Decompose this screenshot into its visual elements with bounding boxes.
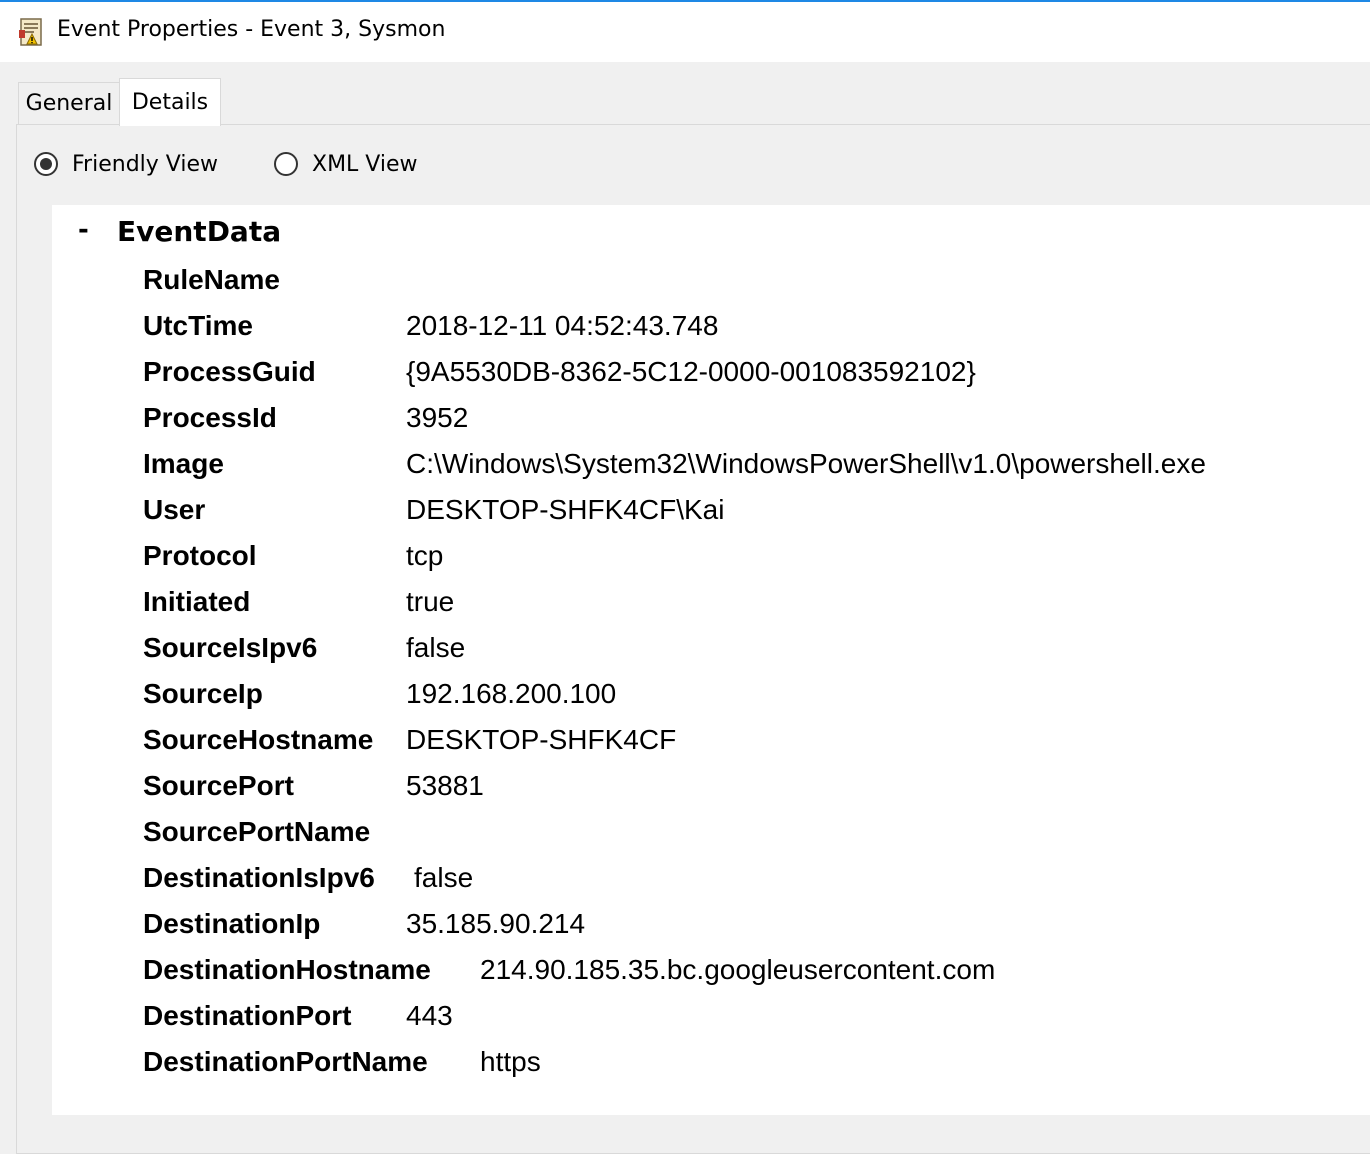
field-name: SourceHostname [143, 724, 374, 755]
field-name: DestinationPortName [143, 1046, 428, 1077]
friendly-view-radio[interactable] [34, 152, 58, 176]
field-name: RuleName [143, 264, 280, 295]
field-name: ProcessId [143, 402, 277, 433]
friendly-view-option[interactable]: Friendly View [34, 148, 218, 180]
field-value: 192.168.200.100 [406, 678, 617, 709]
field-value: true [406, 586, 455, 617]
field-value: 35.185.90.214 [406, 908, 586, 939]
event-viewer-icon [18, 18, 44, 46]
tab-details[interactable]: Details [119, 78, 221, 126]
field-name: Initiated [143, 586, 251, 617]
field-name: UtcTime [143, 310, 253, 341]
field-name: DestinationIp [143, 908, 321, 939]
field-value: 2018-12-11 04:52:43.748 [406, 310, 719, 341]
field-name: Protocol [143, 540, 257, 571]
tab-general[interactable]: General [18, 82, 120, 124]
field-value: false [414, 862, 474, 893]
tab-details-label: Details [131, 90, 209, 115]
friendly-view-label: Friendly View [72, 151, 218, 177]
field-value: 3952 [406, 402, 469, 433]
field-value: DESKTOP-SHFK4CF\Kai [406, 494, 725, 525]
field-value: tcp [406, 540, 444, 571]
eventdata-heading: EventData [117, 215, 282, 248]
xml-view-label: XML View [312, 151, 418, 177]
title-bar: Event Properties - Event 3, Sysmon [0, 2, 1370, 62]
field-name: SourceIsIpv6 [143, 632, 318, 663]
field-name: DestinationIsIpv6 [143, 862, 375, 893]
field-name: SourcePortName [143, 816, 371, 847]
field-value: DESKTOP-SHFK4CF [406, 724, 677, 755]
field-name: DestinationPort [143, 1000, 352, 1031]
field-name: SourcePort [143, 770, 294, 801]
field-name: ProcessGuid [143, 356, 316, 387]
field-value: false [406, 632, 466, 663]
xml-view-option[interactable]: XML View [274, 148, 418, 180]
eventdata-collapse-toggle[interactable]: - [78, 215, 89, 245]
field-value: 53881 [406, 770, 484, 801]
field-name: User [143, 494, 206, 525]
field-value: https [480, 1046, 541, 1077]
field-name: SourceIp [143, 678, 263, 709]
tab-general-label: General [25, 91, 113, 116]
window-title: Event Properties - Event 3, Sysmon [57, 17, 446, 42]
field-value: {9A5530DB-8362-5C12-0000-001083592102} [406, 356, 976, 387]
field-value: C:\Windows\System32\WindowsPowerShell\v1… [406, 448, 1206, 479]
field-name: Image [143, 448, 224, 479]
field-name: DestinationHostname [143, 954, 431, 985]
field-value: 214.90.185.35.bc.googleusercontent.com [480, 954, 996, 985]
xml-view-radio[interactable] [274, 152, 298, 176]
field-value: 443 [406, 1000, 453, 1031]
